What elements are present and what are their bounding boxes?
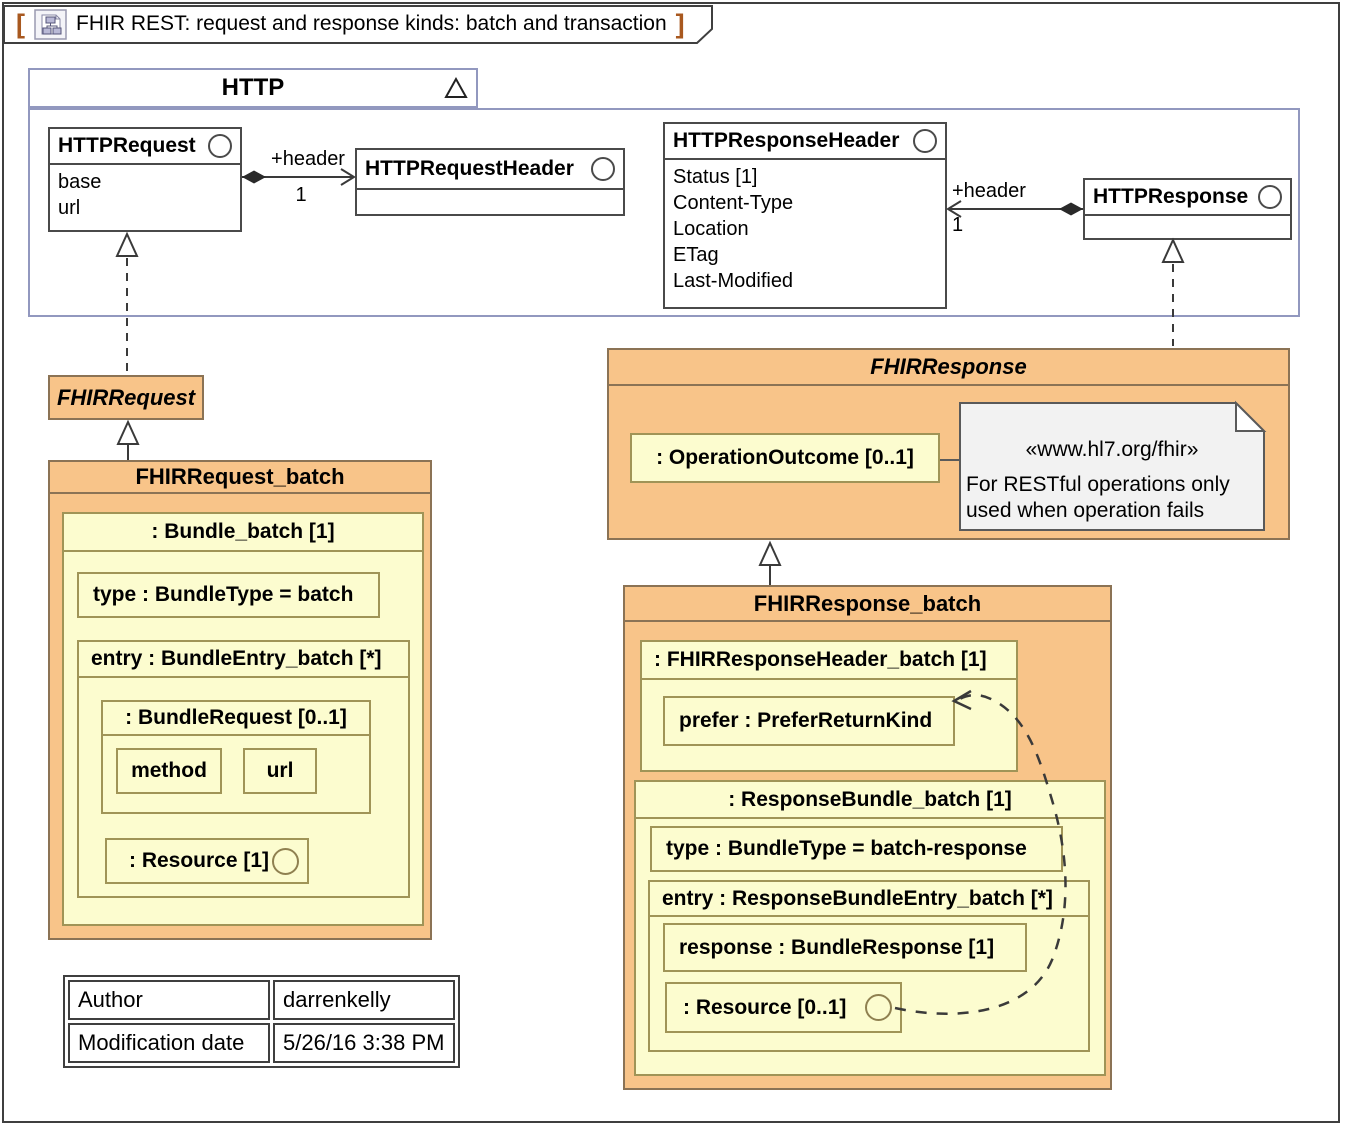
part-label: entry : ResponseBundleEntry_batch [*]: [650, 882, 1088, 917]
part-label: : Bundle_batch [1]: [64, 514, 422, 552]
empty-compartment: [357, 190, 623, 214]
http-package-name: HTTP: [30, 70, 476, 106]
class-name: FHIRResponse: [609, 350, 1288, 386]
note-stereotype: «www.hl7.org/fhir»: [962, 438, 1262, 462]
title-close-bracket: ]: [676, 9, 685, 40]
part-label: response : BundleResponse [1]: [679, 936, 994, 960]
part-bundle-response[interactable]: response : BundleResponse [1]: [663, 923, 1027, 972]
attribute: base: [58, 169, 232, 195]
part-bundle-type[interactable]: type : BundleType = batch: [77, 572, 380, 618]
part-url[interactable]: url: [243, 748, 317, 794]
attribute: Location: [673, 216, 937, 242]
resource-circle-icon: [865, 994, 892, 1021]
part-prefer[interactable]: prefer : PreferReturnKind: [663, 696, 955, 746]
class-circle-icon: [591, 157, 615, 181]
class-fhirrequest[interactable]: FHIRRequest: [48, 375, 204, 420]
class-name: HTTPRequest: [58, 134, 196, 158]
title-open-bracket: [: [16, 9, 25, 40]
class-httprequestheader[interactable]: HTTPRequestHeader: [355, 148, 625, 216]
diagram-kind-icon[interactable]: [34, 9, 67, 40]
part-responsebundle-type[interactable]: type : BundleType = batch-response: [650, 826, 1063, 872]
part-label: entry : BundleEntry_batch [*]: [79, 642, 408, 678]
part-resource-request[interactable]: : Resource [1]: [105, 838, 309, 884]
diagram-canvas: [ FHIR REST: request and response kinds:…: [0, 0, 1352, 1132]
part-label: : BundleRequest [0..1]: [103, 702, 369, 736]
info-key: Author: [68, 980, 270, 1020]
class-name: HTTPResponse: [1093, 185, 1248, 209]
part-label: prefer : PreferReturnKind: [679, 709, 932, 733]
resource-circle-icon: [272, 848, 299, 875]
note-line1: For RESTful operations only: [966, 473, 1262, 497]
attribute: Last-Modified: [673, 268, 937, 294]
class-httpresponseheader[interactable]: HTTPResponseHeader Status [1] Content-Ty…: [663, 122, 947, 309]
part-operation-outcome[interactable]: : OperationOutcome [0..1]: [630, 433, 940, 483]
class-circle-icon: [913, 129, 937, 153]
info-value: darrenkelly: [273, 980, 455, 1020]
assoc-multiplicity-right: 1: [952, 214, 974, 237]
note-line2: used when operation fails: [966, 499, 1262, 523]
part-label: : Resource [0..1]: [683, 996, 846, 1020]
assoc-label-header-right: +header: [952, 180, 1044, 203]
assoc-label-header-left: +header: [262, 148, 354, 171]
diagram-title: FHIR REST: request and response kinds: b…: [76, 12, 667, 36]
class-name: HTTPResponseHeader: [673, 129, 899, 153]
class-httprequest[interactable]: HTTPRequest base url: [48, 127, 242, 232]
empty-compartment: [1085, 216, 1290, 238]
attribute: Content-Type: [673, 190, 937, 216]
attribute: url: [58, 195, 232, 221]
attribute: Status [1]: [673, 164, 937, 190]
class-name: HTTPRequestHeader: [365, 157, 574, 181]
part-label: url: [267, 759, 294, 783]
attribute: ETag: [673, 242, 937, 268]
part-label: : FHIRResponseHeader_batch [1]: [642, 642, 1016, 680]
info-key: Modification date: [68, 1023, 270, 1063]
part-label: type : BundleType = batch-response: [666, 837, 1027, 861]
assoc-multiplicity-left: 1: [290, 184, 312, 207]
part-label: : OperationOutcome [0..1]: [656, 446, 914, 470]
class-name: FHIRResponse_batch: [625, 587, 1110, 622]
diagram-title-bar: [ FHIR REST: request and response kinds:…: [16, 8, 685, 40]
part-label: type : BundleType = batch: [93, 583, 353, 607]
part-label: : ResponseBundle_batch [1]: [636, 782, 1104, 819]
class-circle-icon: [208, 134, 232, 158]
http-package-tab[interactable]: HTTP: [28, 68, 478, 108]
class-name: FHIRRequest: [50, 377, 202, 418]
part-label: : Resource [1]: [129, 849, 269, 873]
info-table: Author darrenkelly Modification date 5/2…: [63, 975, 460, 1068]
class-name: FHIRRequest_batch: [50, 462, 430, 494]
info-value: 5/26/16 3:38 PM: [273, 1023, 455, 1063]
part-label: method: [131, 759, 207, 783]
class-httpresponse[interactable]: HTTPResponse: [1083, 178, 1292, 240]
part-method[interactable]: method: [116, 748, 222, 794]
part-resource-response[interactable]: : Resource [0..1]: [665, 982, 902, 1033]
class-circle-icon: [1258, 185, 1282, 209]
